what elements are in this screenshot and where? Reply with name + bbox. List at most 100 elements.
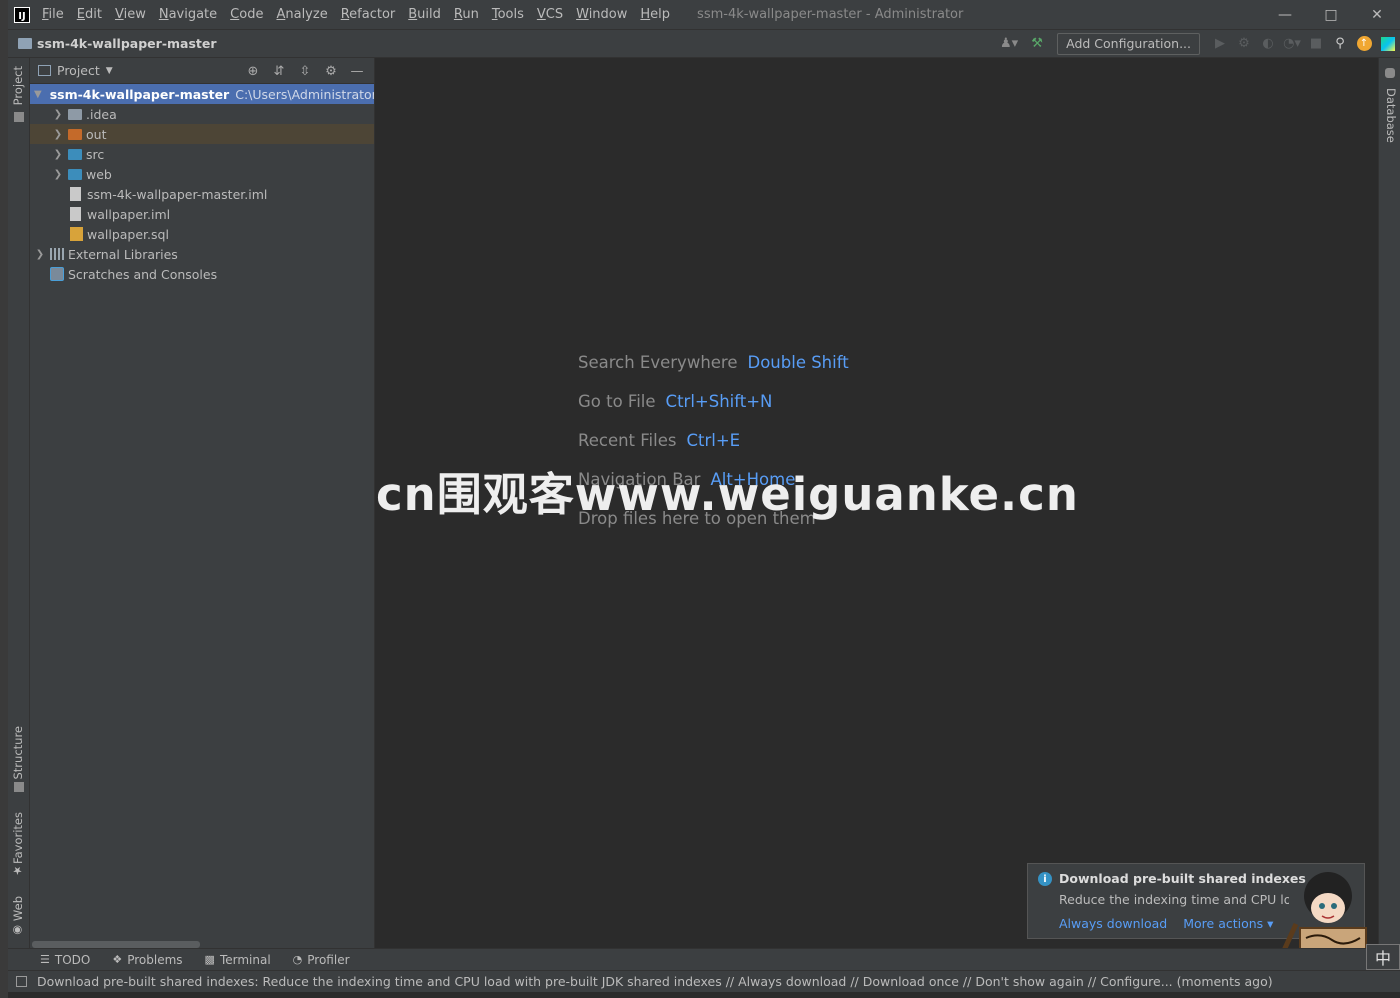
profiler-tab[interactable]: ◔ Profiler (293, 953, 350, 967)
ime-indicator[interactable]: 中 (1366, 944, 1400, 970)
list-icon: ☰ (40, 953, 50, 966)
chevron-down-icon[interactable]: ▼ (34, 89, 42, 100)
locate-icon[interactable]: ⊕ (240, 59, 266, 83)
stop-icon[interactable]: ■ (1304, 32, 1328, 56)
hint-shortcut: Ctrl+Shift+N (665, 392, 773, 411)
tree-label-external: External Libraries (68, 246, 178, 262)
editor-area[interactable]: Search Everywhere Double Shift Go to Fil… (375, 58, 1378, 948)
debug-icon[interactable]: ⚙ (1232, 32, 1256, 56)
collapse-all-icon[interactable]: ⇳ (292, 59, 318, 83)
todo-tab-label: TODO (54, 952, 91, 967)
tree-row-iml-master[interactable]: ssm-4k-wallpaper-master.iml (30, 184, 374, 204)
scratches-icon (50, 267, 64, 281)
tree-row-iml-wallpaper[interactable]: wallpaper.iml (30, 204, 374, 224)
chevron-down-icon[interactable]: ▼ (106, 66, 113, 76)
more-actions-link[interactable]: More actions ▾ (1183, 916, 1273, 931)
search-icon[interactable]: ⚲ (1328, 32, 1352, 56)
update-icon[interactable]: ↑ (1352, 32, 1376, 56)
project-tab-icon (14, 112, 24, 122)
menu-window[interactable]: Window (576, 7, 627, 22)
notification-actions: Always download More actions ▾ (1059, 916, 1289, 931)
menu-navigate[interactable]: Navigate (159, 7, 217, 22)
database-tool-tab[interactable]: Database (1384, 88, 1398, 143)
hint-label: Search Everywhere (578, 353, 738, 372)
minimize-button[interactable]: — (1262, 0, 1308, 29)
gear-icon[interactable]: ⚙ (318, 59, 344, 83)
left-tool-strip: Project Structure Favorites ★ Web ◉ (8, 58, 30, 948)
profile-icon[interactable]: ◔▾ (1280, 32, 1304, 56)
tree-row-web[interactable]: ❯ web (30, 164, 374, 184)
project-panel: Project ▼ ⊕ ⇵ ⇳ ⚙ — ▼ ssm-4k-wallpaper-m… (30, 58, 375, 948)
hide-panel-icon[interactable]: — (344, 59, 370, 83)
expand-all-icon[interactable]: ⇵ (266, 59, 292, 83)
tree-row-external-libraries[interactable]: ❯ External Libraries (30, 244, 374, 264)
library-icon (50, 248, 64, 260)
menu-help[interactable]: Help (640, 7, 670, 22)
tree-row-out[interactable]: ❯ out (30, 124, 374, 144)
status-message[interactable]: Download pre-built shared indexes: Reduc… (37, 974, 1273, 989)
build-hammer-icon[interactable]: ⚒ (1025, 32, 1049, 56)
hint-go-to-file: Go to File Ctrl+Shift+N (578, 392, 849, 431)
chevron-right-icon[interactable]: ❯ (52, 169, 64, 180)
web-folder-icon (68, 168, 82, 180)
breadcrumb-project[interactable]: ssm-4k-wallpaper-master (37, 36, 217, 51)
hint-shortcut: Double Shift (747, 353, 849, 372)
chevron-right-icon[interactable]: ❯ (52, 149, 64, 160)
maximize-button[interactable]: □ (1308, 0, 1354, 29)
project-tool-tab[interactable]: Project (11, 66, 25, 105)
project-folder-icon (18, 38, 32, 49)
add-configuration-button[interactable]: Add Configuration... (1057, 32, 1200, 55)
menu-view[interactable]: View (115, 7, 146, 22)
menu-analyze[interactable]: Analyze (276, 7, 327, 22)
todo-tab[interactable]: ☰ TODO (40, 953, 90, 967)
desktop-edge (0, 0, 8, 998)
menu-run[interactable]: Run (454, 7, 479, 22)
menu-file[interactable]: File (42, 7, 64, 22)
web-tool-tab[interactable]: Web (11, 896, 25, 921)
tree-label-out: out (86, 126, 107, 142)
project-panel-header: Project ▼ ⊕ ⇵ ⇳ ⚙ — (30, 58, 374, 84)
hint-search-everywhere: Search Everywhere Double Shift (578, 353, 849, 392)
project-view-selector[interactable]: Project (57, 63, 100, 78)
notification-title: Download pre-built shared indexes (1059, 871, 1306, 886)
horizontal-scrollbar[interactable] (32, 941, 200, 948)
menu-code[interactable]: Code (230, 7, 263, 22)
watermark-text: cn围观客www.weiguanke.cn (376, 468, 1079, 521)
ide-window: IJ File Edit View Navigate Code Analyze … (8, 0, 1400, 998)
window-title: ssm-4k-wallpaper-master - Administrator (697, 7, 964, 22)
database-icon (1385, 68, 1395, 78)
menu-tools[interactable]: Tools (492, 7, 524, 22)
hint-label: Go to File (578, 392, 656, 411)
structure-tab-icon (14, 782, 24, 792)
run-icon[interactable]: ▶ (1208, 32, 1232, 56)
chevron-right-icon[interactable]: ❯ (52, 129, 64, 140)
chevron-right-icon[interactable]: ❯ (52, 109, 64, 120)
tree-row-root[interactable]: ▼ ssm-4k-wallpaper-master C:\Users\Admin… (30, 84, 374, 104)
chevron-right-icon[interactable]: ❯ (34, 249, 46, 260)
tree-row-sql[interactable]: wallpaper.sql (30, 224, 374, 244)
project-panel-tools: ⊕ ⇵ ⇳ ⚙ — (240, 58, 370, 84)
tree-label-iml-master: ssm-4k-wallpaper-master.iml (87, 186, 268, 202)
tree-label-web: web (86, 166, 112, 182)
terminal-tab[interactable]: ▩ Terminal (205, 953, 271, 967)
toggle-tool-windows-icon[interactable] (16, 976, 27, 987)
iml-file-icon (70, 187, 81, 201)
tree-row-src[interactable]: ❯ src (30, 144, 374, 164)
close-button[interactable]: ✕ (1354, 0, 1400, 29)
menu-edit[interactable]: Edit (77, 7, 102, 22)
tree-row-idea[interactable]: ❯ .idea (30, 104, 374, 124)
always-download-link[interactable]: Always download (1059, 916, 1167, 931)
tree-row-scratches[interactable]: Scratches and Consoles (30, 264, 374, 284)
intellij-logo-icon[interactable]: IJ (14, 6, 30, 23)
problems-tab[interactable]: ❖ Problems (112, 953, 182, 967)
user-icon[interactable]: ♟▾ (993, 32, 1025, 56)
favorites-tool-tab[interactable]: Favorites (11, 812, 25, 864)
navigation-bar: ssm-4k-wallpaper-master ♟▾ ⚒ Add Configu… (8, 29, 1400, 58)
jetbrains-toolbox-icon[interactable] (1376, 32, 1400, 56)
coverage-icon[interactable]: ◐ (1256, 32, 1280, 56)
menu-build[interactable]: Build (408, 7, 441, 22)
menu-vcs[interactable]: VCS (537, 7, 563, 22)
bottom-tool-bar: ☰ TODO ❖ Problems ▩ Terminal ◔ Profiler (8, 948, 1400, 970)
structure-tool-tab[interactable]: Structure (11, 726, 25, 780)
menu-refactor[interactable]: Refactor (341, 7, 396, 22)
